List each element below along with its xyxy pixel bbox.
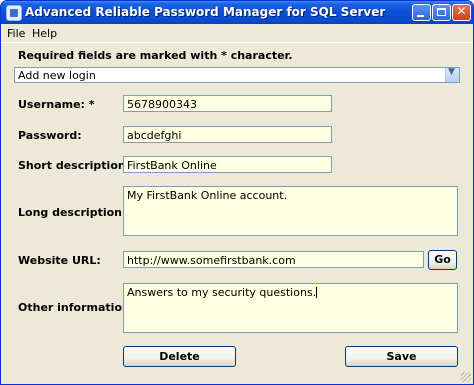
maximize-button[interactable]	[432, 4, 451, 21]
menu-help[interactable]: Help	[32, 27, 57, 40]
window-title: Advanced Reliable Password Manager for S…	[25, 5, 386, 19]
login-select-dropdown-button[interactable]: ▼	[445, 67, 459, 82]
menu-bar: File Help	[1, 24, 473, 43]
login-select-value: Add new login	[18, 69, 96, 82]
short-description-label: Short description: *	[18, 159, 140, 172]
go-button[interactable]: Go	[428, 250, 457, 270]
resize-grip[interactable]	[461, 372, 471, 382]
long-description-field[interactable]: My FirstBank Online account.	[123, 186, 458, 236]
app-icon	[6, 5, 22, 21]
close-icon: ✕	[456, 4, 467, 18]
text-cursor	[316, 287, 318, 298]
password-field[interactable]: abcdefghi	[123, 126, 332, 143]
username-field[interactable]: 5678900343	[123, 95, 332, 112]
required-fields-note: Required fields are marked with * charac…	[18, 49, 293, 62]
maximize-icon	[437, 8, 446, 16]
close-button[interactable]: ✕	[452, 4, 471, 21]
other-information-text: Answers to my security questions.	[127, 286, 317, 299]
form-panel: Required fields are marked with * charac…	[1, 43, 473, 384]
website-url-label: Website URL:	[18, 254, 101, 267]
login-select[interactable]: Add new login ▼	[14, 67, 460, 83]
other-information-field[interactable]: Answers to my security questions.	[123, 283, 458, 333]
title-bar[interactable]: Advanced Reliable Password Manager for S…	[1, 1, 473, 24]
app-window: Advanced Reliable Password Manager for S…	[0, 0, 474, 385]
minimize-button[interactable]	[412, 4, 431, 21]
minimize-icon	[417, 15, 424, 17]
short-description-field[interactable]: FirstBank Online	[123, 156, 332, 173]
save-button[interactable]: Save	[345, 346, 458, 367]
website-url-field[interactable]: http://www.somefirstbank.com	[123, 251, 424, 268]
delete-button[interactable]: Delete	[123, 346, 236, 367]
long-description-label: Long description:	[18, 206, 127, 219]
username-label: Username: *	[18, 98, 95, 111]
password-label: Password:	[18, 129, 82, 142]
chevron-down-icon: ▼	[448, 67, 455, 77]
other-information-label: Other information:	[18, 301, 135, 314]
menu-file[interactable]: File	[7, 27, 25, 40]
